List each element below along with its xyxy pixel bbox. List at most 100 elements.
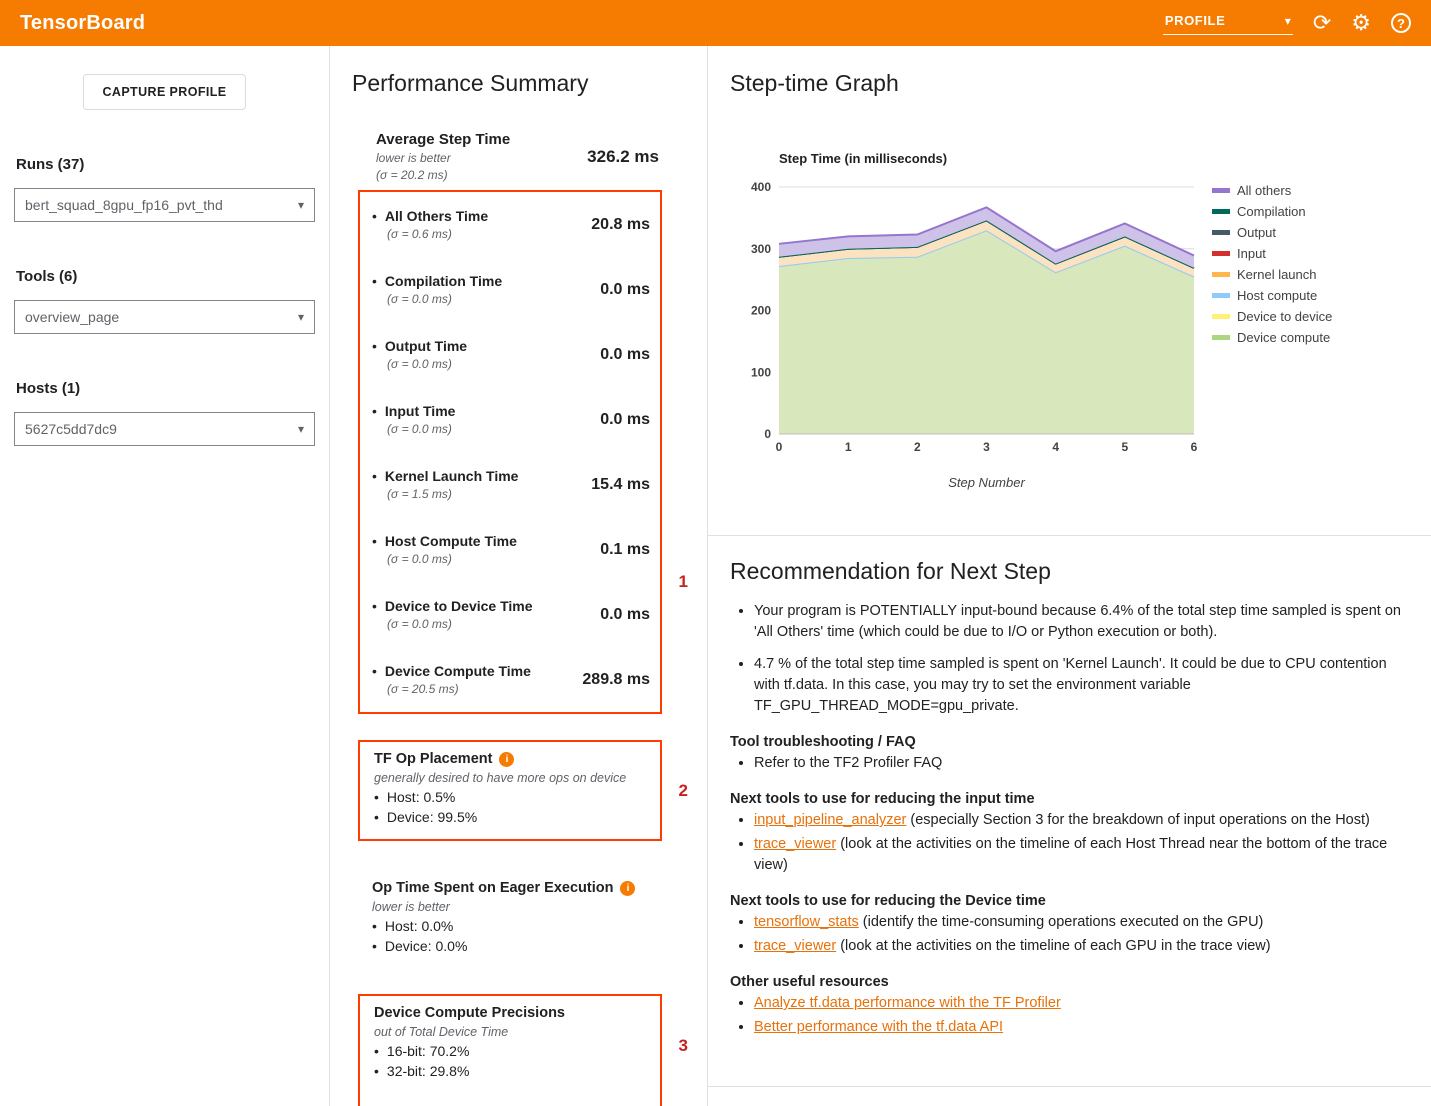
recommendation-item: Analyze tf.data performance with the TF …	[754, 993, 1405, 1014]
info-icon[interactable]: i	[499, 752, 514, 767]
performance-summary-title: Performance Summary	[352, 70, 707, 97]
metric-value: 289.8 ms	[582, 671, 650, 689]
recommendation-sections: Tool troubleshooting / FAQ Refer to the T…	[730, 734, 1405, 1038]
recommendation-link[interactable]: trace_viewer	[754, 938, 836, 954]
metric-value: 0.0 ms	[600, 411, 650, 429]
svg-text:1: 1	[845, 440, 852, 454]
legend-swatch	[1212, 293, 1230, 298]
reload-icon[interactable]: ⟳	[1313, 12, 1331, 34]
recommendation-link[interactable]: trace_viewer	[754, 836, 836, 852]
annotation-number-2: 2	[679, 781, 688, 801]
metrics-list: •All Others Time(σ = 0.6 ms)20.8 ms•Comp…	[360, 192, 660, 712]
metric-value: 0.0 ms	[600, 346, 650, 364]
metric-label: •Input Time	[372, 403, 455, 419]
eager-execution-note: lower is better	[372, 900, 650, 914]
average-step-time-sigma: (σ = 20.2 ms)	[376, 168, 510, 182]
svg-text:2: 2	[914, 440, 921, 454]
tf-op-placement-note: generally desired to have more ops on de…	[374, 771, 648, 785]
eager-items: Host: 0.0%Device: 0.0%	[372, 917, 650, 956]
svg-text:400: 400	[751, 180, 771, 194]
help-icon[interactable]: ?	[1391, 13, 1411, 33]
chevron-down-icon: ▾	[1285, 14, 1291, 28]
stat-item: Device: 99.5%	[374, 808, 648, 828]
hosts-select-value: 5627c5dd7dc9	[25, 421, 117, 437]
recommendation-item: tensorflow_stats (identify the time-cons…	[754, 912, 1405, 933]
metric-sigma: (σ = 0.0 ms)	[387, 357, 467, 371]
metric-value: 0.0 ms	[600, 281, 650, 299]
svg-text:Step Time (in milliseconds): Step Time (in milliseconds)	[779, 151, 947, 166]
recommendation-item: 4.7 % of the total step time sampled is …	[754, 654, 1405, 717]
annotation-box-1: •All Others Time(σ = 0.6 ms)20.8 ms•Comp…	[358, 190, 662, 714]
legend-swatch	[1212, 251, 1230, 256]
legend-swatch	[1212, 188, 1230, 193]
device-precisions-title: Device Compute Precisions	[374, 1005, 648, 1021]
legend-label: Kernel launch	[1237, 267, 1317, 282]
metric-row: •All Others Time(σ = 0.6 ms)20.8 ms	[360, 192, 660, 257]
svg-text:0: 0	[776, 440, 783, 454]
average-step-time: Average Step Time lower is better (σ = 2…	[376, 131, 659, 182]
legend-swatch	[1212, 230, 1230, 235]
metric-row: •Device Compute Time (σ = 20.5 ms) 289.8 m…	[360, 647, 660, 712]
tf-op-items: Host: 0.5%Device: 99.5%	[374, 788, 648, 827]
recommendation-link[interactable]: Better performance with the tf.data API	[754, 1019, 1003, 1035]
legend-label: All others	[1237, 183, 1292, 198]
recommendation-section: Other useful resourcesAnalyze tf.data pe…	[730, 974, 1405, 1038]
metric-row: •Device to Device Time(σ = 0.0 ms)0.0 ms	[360, 582, 660, 647]
tools-select[interactable]: overview_page ▾	[14, 300, 315, 334]
legend-label: Device compute	[1237, 330, 1330, 345]
metric-label: •Host Compute Time	[372, 533, 517, 549]
recommendation-link[interactable]: Analyze tf.data performance with the TF …	[754, 995, 1061, 1011]
recommendation-section: Tool troubleshooting / FAQ Refer to the T…	[730, 734, 1405, 774]
legend-label: Compilation	[1237, 204, 1306, 219]
tools-label: Tools (6)	[16, 268, 313, 285]
metric-label: •All Others Time	[372, 208, 488, 224]
recommendation-link[interactable]: input_pipeline_analyzer	[754, 812, 906, 828]
recommendation-bullets: Your program is POTENTIALLY input-bound …	[730, 601, 1405, 717]
legend-swatch	[1212, 209, 1230, 214]
annotation-box-3: Device Compute Precisions out of Total D…	[358, 994, 662, 1106]
metric-row: •Compilation Time(σ = 0.0 ms)0.0 ms	[360, 257, 660, 322]
metric-label: •Kernel Launch Time	[372, 468, 518, 484]
recommendation-item: trace_viewer (look at the activities on …	[754, 936, 1405, 957]
svg-text:300: 300	[751, 242, 771, 256]
runs-select[interactable]: bert_squad_8gpu_fp16_pvt_thd ▾	[14, 188, 315, 222]
svg-text:6: 6	[1191, 440, 1198, 454]
recommendation-item: trace_viewer (look at the activities on …	[754, 834, 1405, 876]
dashboard-selector[interactable]: PROFILE ▾	[1163, 11, 1293, 35]
recommendation-section-heading: Tool troubleshooting / FAQ	[730, 734, 1405, 750]
settings-gear-icon[interactable]: ⚙	[1351, 12, 1371, 34]
dashboard-selector-value: PROFILE	[1165, 13, 1226, 28]
svg-text:200: 200	[751, 304, 771, 318]
svg-text:0: 0	[764, 427, 771, 441]
stat-item: Host: 0.0%	[372, 917, 650, 937]
header: TensorBoard PROFILE ▾ ⟳ ⚙ ?	[0, 0, 1431, 46]
info-icon[interactable]: i	[620, 881, 635, 896]
recommendation-section-heading: Next tools to use for reducing the Devic…	[730, 893, 1405, 909]
recommendation-link[interactable]: tensorflow_stats	[754, 914, 859, 930]
capture-profile-button[interactable]: CAPTURE PROFILE	[83, 74, 245, 110]
metric-label: •Device Compute Time	[372, 663, 531, 679]
metric-sigma: (σ = 0.6 ms)	[387, 227, 488, 241]
hosts-label: Hosts (1)	[16, 380, 313, 397]
average-step-time-note: lower is better	[376, 151, 510, 165]
recommendation-title: Recommendation for Next Step	[730, 558, 1405, 585]
recommendation-section-list: Refer to the TF2 Profiler FAQ	[730, 753, 1405, 774]
metric-value: 15.4 ms	[591, 476, 650, 494]
metric-sigma: (σ = 1.5 ms)	[387, 487, 518, 501]
metric-sigma: (σ = 20.5 ms)	[387, 682, 531, 696]
hosts-select[interactable]: 5627c5dd7dc9 ▾	[14, 412, 315, 446]
recommendation-item: Refer to the TF2 Profiler FAQ	[754, 753, 1405, 774]
average-step-time-value: 326.2 ms	[587, 147, 659, 167]
stat-item: 32-bit: 29.8%	[374, 1062, 648, 1082]
tf-op-placement-title-text: TF Op Placement	[374, 751, 492, 767]
app-title: TensorBoard	[20, 12, 145, 35]
legend-swatch	[1212, 335, 1230, 340]
annotation-box-2: TF Op Placement i generally desired to h…	[358, 740, 662, 841]
average-step-time-labels: Average Step Time lower is better (σ = 2…	[376, 131, 510, 182]
legend-label: Input	[1237, 246, 1266, 261]
annotation-number-3: 3	[679, 1036, 688, 1056]
recommendation-item: input_pipeline_analyzer (especially Sect…	[754, 810, 1405, 831]
right-panel: Step-time Graph Step Time (in millisecon…	[708, 46, 1431, 1106]
svg-text:100: 100	[751, 365, 771, 379]
svg-text:4: 4	[1052, 440, 1059, 454]
